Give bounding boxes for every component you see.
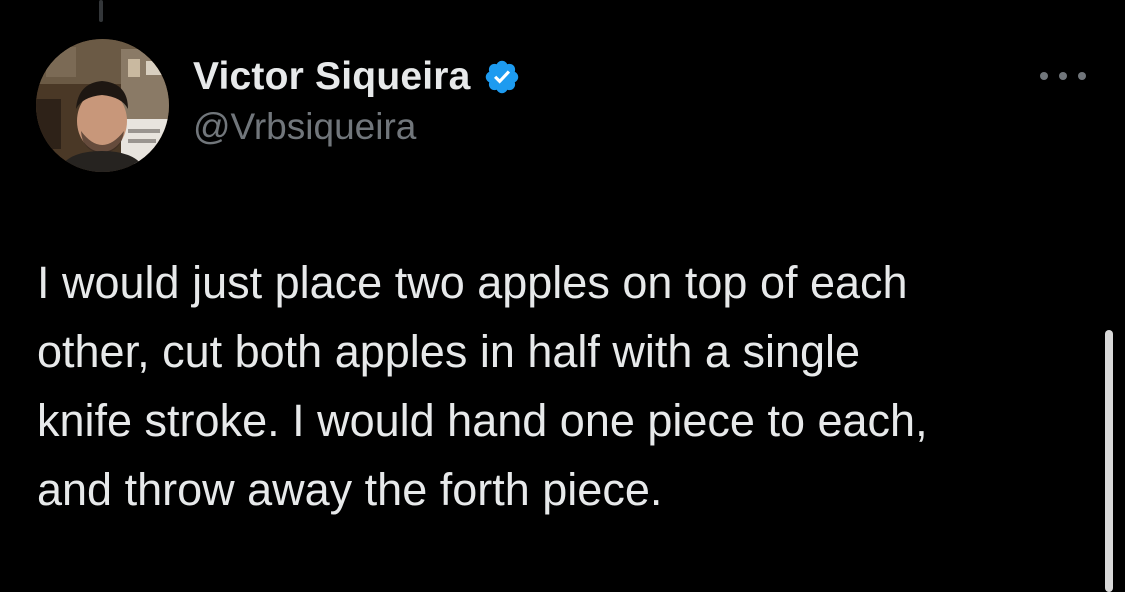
tweet-text: I would just place two apples on top of … (37, 257, 928, 515)
more-dot (1040, 72, 1048, 80)
scrollbar[interactable] (1105, 330, 1113, 592)
verified-badge-icon (483, 58, 521, 96)
avatar-image (36, 39, 169, 172)
avatar[interactable] (36, 39, 169, 172)
thread-connector-line (99, 0, 103, 22)
more-dot (1078, 72, 1086, 80)
more-options-icon[interactable] (1040, 66, 1086, 86)
user-handle[interactable]: @Vrbsiqueira (193, 106, 521, 148)
name-row: Victor Siqueira (193, 52, 521, 102)
tweet-header: Victor Siqueira @Vrbsiqueira (193, 52, 521, 148)
more-dot (1059, 72, 1067, 80)
display-name[interactable]: Victor Siqueira (193, 55, 471, 99)
